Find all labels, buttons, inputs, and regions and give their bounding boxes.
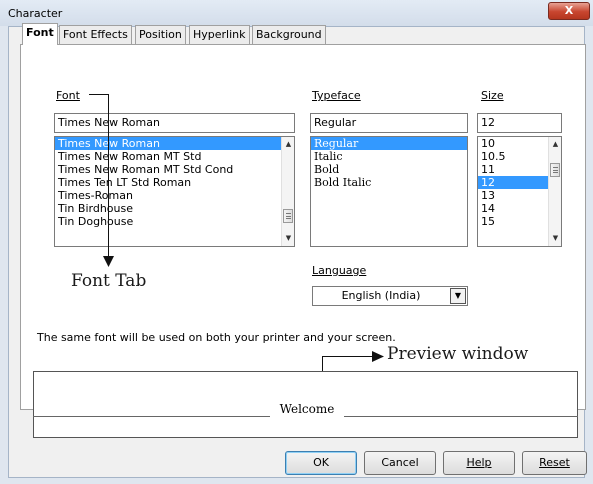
tab-background[interactable]: Background xyxy=(252,25,326,44)
list-item[interactable]: Times New Roman xyxy=(55,137,294,150)
annotation-font-tab: Font Tab xyxy=(71,271,147,291)
tab-font[interactable]: Font xyxy=(22,23,58,45)
scroll-thumb[interactable] xyxy=(283,209,293,223)
list-item[interactable]: Bold Italic xyxy=(311,176,467,189)
typeface-input[interactable]: Regular xyxy=(310,113,468,133)
scroll-down-icon[interactable]: ▼ xyxy=(550,233,561,243)
size-input[interactable]: 12 xyxy=(477,113,562,133)
font-list-scrollbar[interactable]: ▲ ▼ xyxy=(281,137,294,246)
title-bar: Character X xyxy=(0,0,593,26)
chevron-down-icon[interactable]: ▼ xyxy=(450,288,466,304)
scroll-up-icon[interactable]: ▲ xyxy=(550,139,561,149)
language-label: Language xyxy=(312,264,367,277)
arrow-down-icon xyxy=(103,256,114,267)
list-item[interactable]: Times New Roman MT Std Cond xyxy=(55,163,294,176)
close-icon: X xyxy=(564,4,574,17)
size-list[interactable]: 10 10.5 11 12 13 14 15 ▲ ▼ xyxy=(477,136,562,247)
annotation-preview-window: Preview window xyxy=(387,344,529,364)
reset-button[interactable]: Reset xyxy=(522,451,587,475)
tab-hyperlink[interactable]: Hyperlink xyxy=(189,25,250,44)
preview-arrow-hline xyxy=(322,356,374,357)
size-label: Size xyxy=(481,89,504,102)
list-item[interactable]: Times-Roman xyxy=(55,189,294,202)
tab-font-effects[interactable]: Font Effects xyxy=(59,25,132,44)
close-button[interactable]: X xyxy=(548,2,590,20)
size-list-scrollbar[interactable]: ▲ ▼ xyxy=(548,137,561,246)
list-item[interactable]: Times Ten LT Std Roman xyxy=(55,176,294,189)
list-item[interactable]: Tin Doghouse xyxy=(55,215,294,228)
scroll-thumb[interactable] xyxy=(550,163,560,177)
window-title: Character xyxy=(8,7,63,20)
font-tab-arrow-vline xyxy=(108,94,109,259)
font-label: Font xyxy=(56,89,80,102)
help-button[interactable]: Help xyxy=(443,451,515,475)
language-select[interactable]: English (India) ▼ xyxy=(312,286,468,306)
list-item[interactable]: Tin Birdhouse xyxy=(55,202,294,215)
scroll-down-icon[interactable]: ▼ xyxy=(283,233,294,243)
font-name-input[interactable]: Times New Roman xyxy=(54,113,295,133)
tab-position[interactable]: Position xyxy=(135,25,186,44)
font-tab-arrow-hline xyxy=(89,94,109,95)
ok-button[interactable]: OK xyxy=(285,451,357,475)
info-text: The same font will be used on both your … xyxy=(37,331,396,344)
preview-text: Welcome xyxy=(270,401,344,417)
typeface-list[interactable]: Regular Italic Bold Bold Italic xyxy=(310,136,468,247)
typeface-label: Typeface xyxy=(312,89,361,102)
font-list[interactable]: Times New Roman Times New Roman MT Std T… xyxy=(54,136,295,247)
list-item[interactable]: Italic xyxy=(311,150,467,163)
scroll-up-icon[interactable]: ▲ xyxy=(283,139,294,149)
list-item[interactable]: Bold xyxy=(311,163,467,176)
arrow-right-icon xyxy=(372,351,384,362)
list-item[interactable]: Regular xyxy=(311,137,467,150)
cancel-button[interactable]: Cancel xyxy=(364,451,436,475)
list-item[interactable]: Times New Roman MT Std xyxy=(55,150,294,163)
language-value: English (India) xyxy=(341,289,421,302)
character-dialog: Character X Font Font Effects Position H… xyxy=(0,0,593,484)
